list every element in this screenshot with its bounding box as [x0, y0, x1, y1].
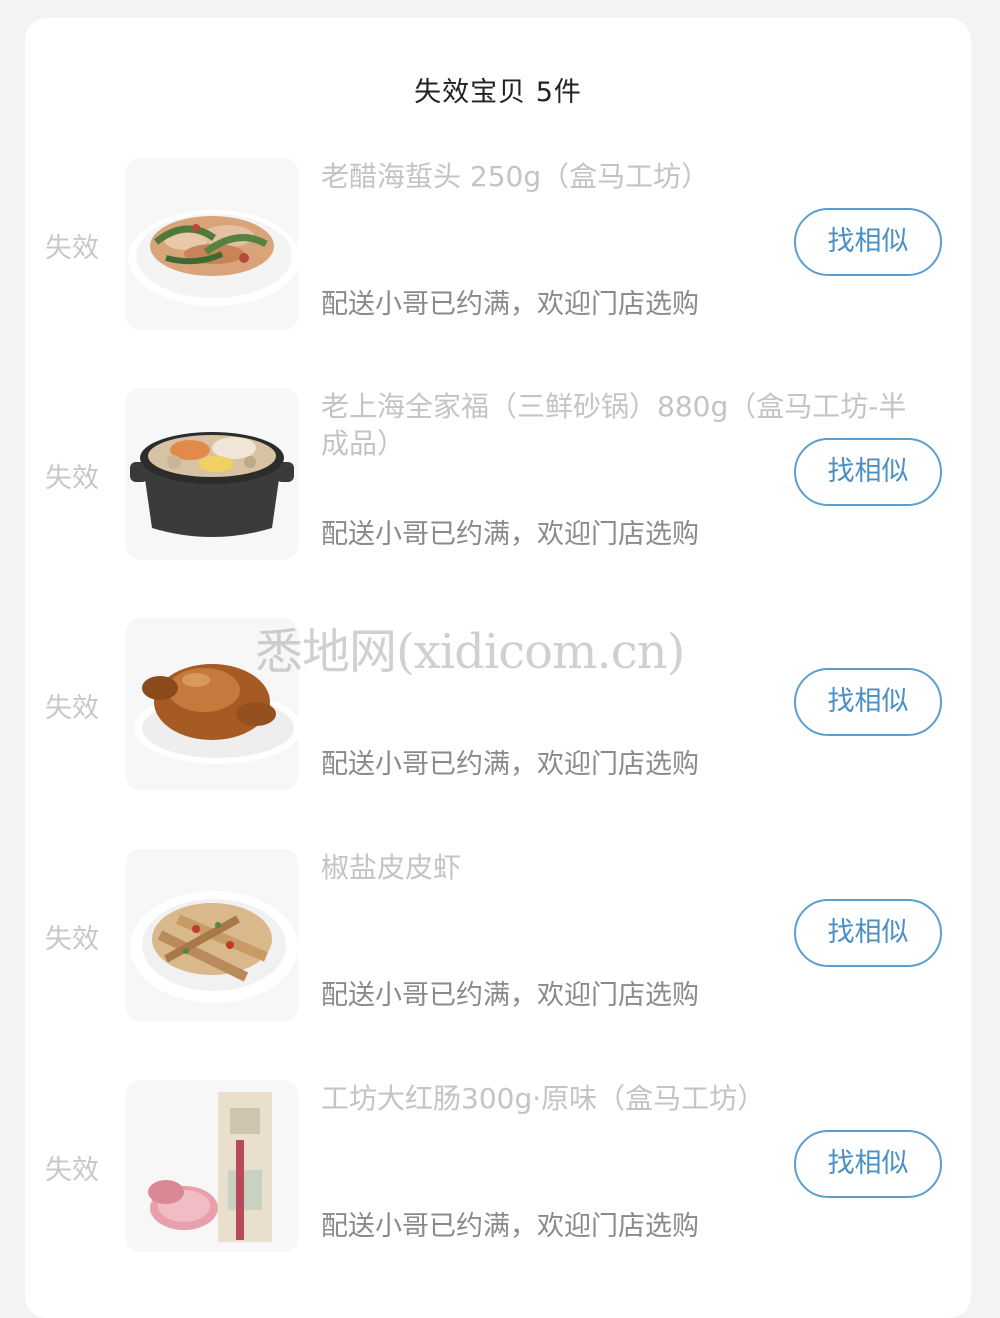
list-item: 失效 椒盐皮皮虾 配送小哥已约满，欢迎门店选购 找相似 [25, 849, 971, 1021]
status-label: 失效 [45, 693, 99, 724]
delivery-note: 配送小哥已约满，欢迎门店选购 [321, 980, 699, 1011]
product-name: 工坊大红肠300g·原味（盒马工坊） [321, 1082, 766, 1115]
list-item: 失效 老醋海蜇头 250g（盒马工坊） 配送小哥已约满，欢迎门店选购 找相似 [25, 158, 971, 330]
product-image-claypot[interactable] [126, 388, 298, 560]
product-image-shrimp[interactable] [126, 849, 298, 1021]
find-similar-button[interactable]: 找相似 [794, 208, 942, 276]
status-label: 失效 [45, 233, 99, 264]
card-title: 失效宝贝 5件 [414, 77, 582, 108]
list-item: 失效 老上海全家福（三鲜砂锅）880g（盒马工坊-半成品） 配送小哥已约满，欢迎… [25, 388, 971, 560]
delivery-note: 配送小哥已约满，欢迎门店选购 [321, 749, 699, 780]
find-similar-button[interactable]: 找相似 [794, 668, 942, 736]
status-label: 失效 [45, 1155, 99, 1186]
list-item: 失效 工坊大红肠300g·原味（盒马工坊） 配送小哥已约满，欢迎门店选购 找相似 [25, 1080, 971, 1252]
find-similar-button[interactable]: 找相似 [794, 1130, 942, 1198]
delivery-note: 配送小哥已约满，欢迎门店选购 [321, 289, 699, 320]
product-image-jellyfish[interactable] [126, 158, 298, 330]
watermark: 悉地网(xidicom.cn) [255, 624, 685, 680]
find-similar-button[interactable]: 找相似 [794, 899, 942, 967]
status-label: 失效 [45, 924, 99, 955]
status-label: 失效 [45, 463, 99, 494]
product-name: 老醋海蜇头 250g（盒马工坊） [321, 160, 710, 193]
product-image-sausage[interactable] [126, 1080, 298, 1252]
delivery-note: 配送小哥已约满，欢迎门店选购 [321, 1211, 699, 1242]
product-name: 椒盐皮皮虾 [321, 851, 462, 884]
find-similar-button[interactable]: 找相似 [794, 438, 942, 506]
delivery-note: 配送小哥已约满，欢迎门店选购 [321, 519, 699, 550]
